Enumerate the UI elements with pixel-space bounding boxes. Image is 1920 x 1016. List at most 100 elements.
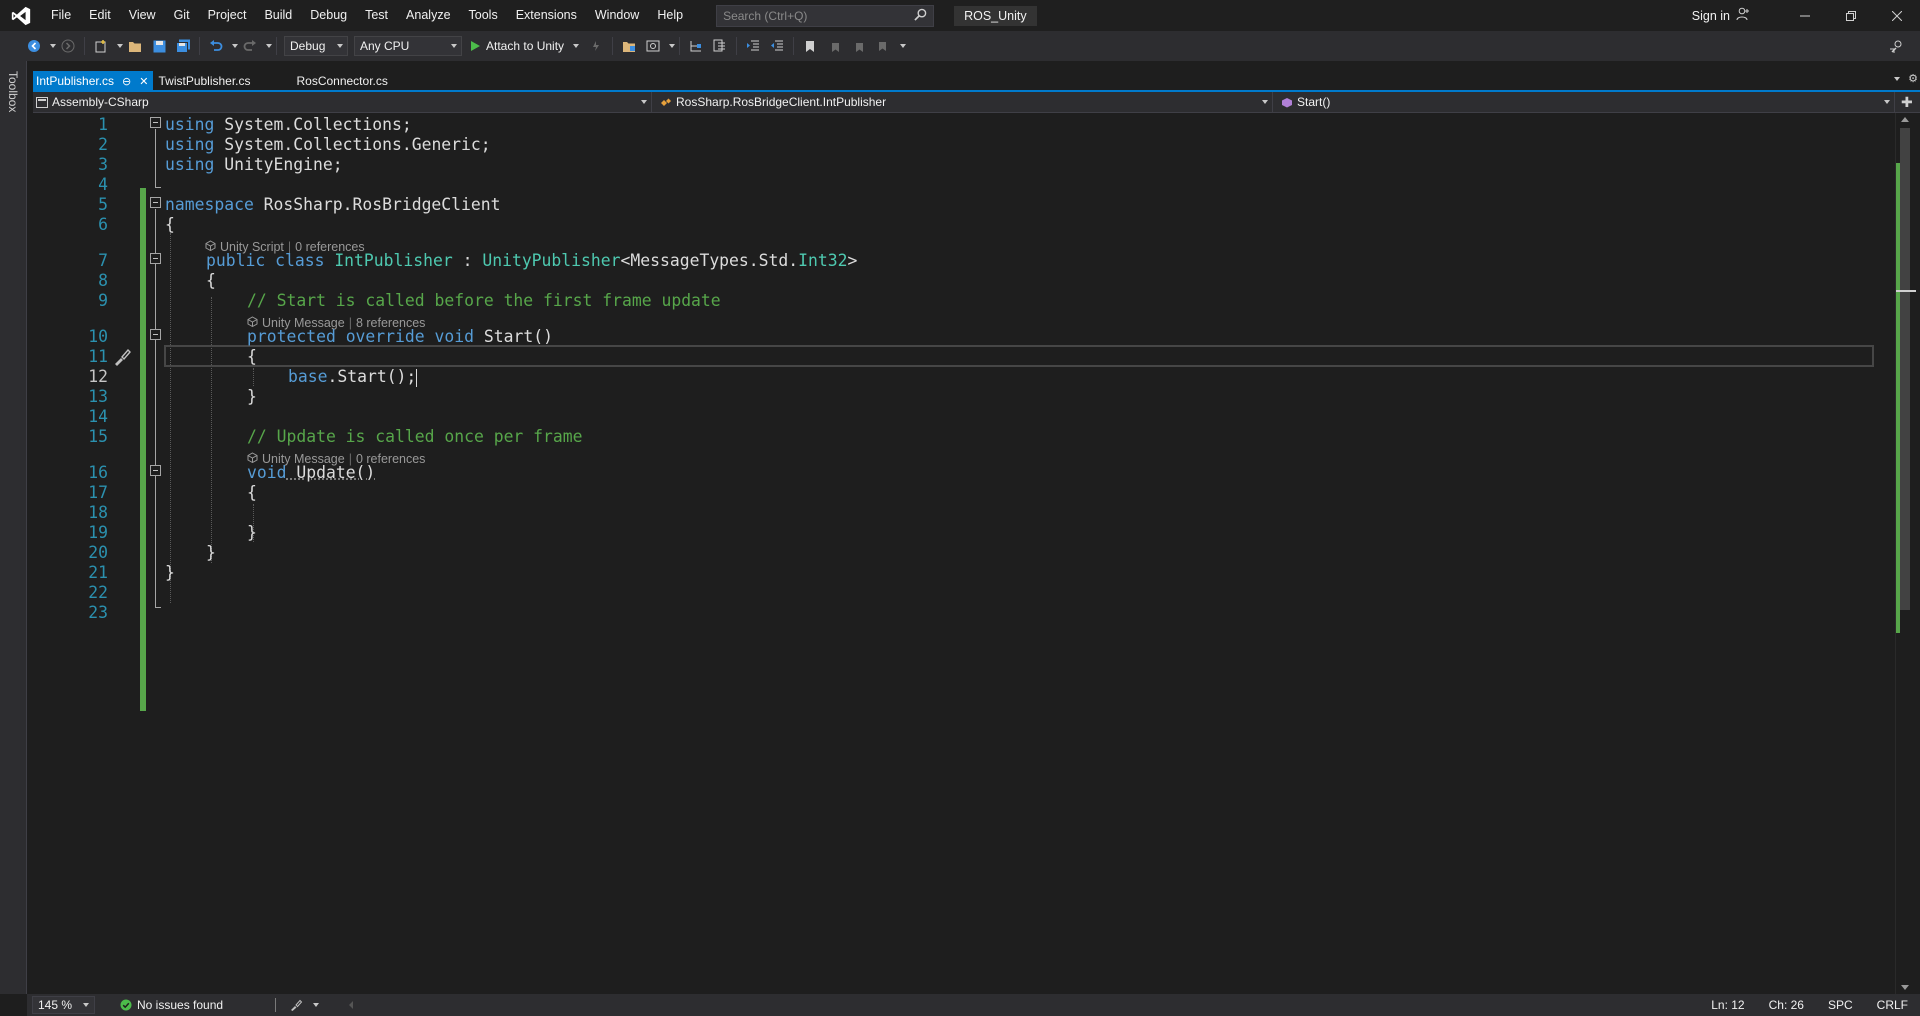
title-bar: File Edit View Git Project Build Debug T… [0,0,1920,31]
code-line-17: { [247,483,257,502]
tab-list-dropdown-icon[interactable] [1894,77,1901,81]
menu-view[interactable]: View [120,0,165,31]
configuration-dropdown[interactable]: Debug [284,36,348,56]
save-all-icon[interactable] [172,35,194,57]
fold-line-end [155,187,161,188]
hot-reload-icon[interactable] [585,35,607,57]
code-cleanup-button[interactable] [290,999,320,1011]
split-editor-icon[interactable]: ✚ [1901,94,1913,111]
toolbar-separator [612,37,614,55]
undo-dropdown-icon[interactable] [232,44,238,48]
menu-analyze[interactable]: Analyze [397,0,459,31]
search-icon[interactable] [914,8,927,24]
fold-line [155,209,156,607]
redo-dropdown-icon[interactable] [266,44,272,48]
menu-git[interactable]: Git [165,0,199,31]
menu-test[interactable]: Test [356,0,397,31]
code-line-1: using System.Collections; [165,114,412,136]
sign-in-label: Sign in [1691,8,1730,23]
collapse-start-method-icon[interactable] [150,329,161,340]
tab-rosconnector[interactable]: RosConnector.cs [293,71,443,91]
pin-icon[interactable]: ⊖ [122,75,131,88]
tab-twistpublisher[interactable]: TwistPublisher.cs [155,71,293,91]
outdent-icon[interactable] [742,35,764,57]
close-window-button[interactable] [1874,0,1920,31]
open-folder-icon[interactable] [124,35,146,57]
zoom-dropdown[interactable]: 145 % [32,996,95,1014]
line-indicator[interactable]: Ln: 12 [1699,998,1756,1012]
menu-edit[interactable]: Edit [80,0,120,31]
indent-icon[interactable] [766,35,788,57]
issues-text: No issues found [137,998,224,1012]
live-share-icon[interactable] [1885,35,1907,57]
tab-intpublisher[interactable]: IntPublisher.cs ⊖ ✕ [33,71,154,91]
navigate-back-icon[interactable] [23,35,45,57]
menu-file[interactable]: File [42,0,80,31]
keyword: void [434,327,474,346]
solution-name: ROS_Unity [954,5,1037,26]
attach-to-unity-button[interactable]: Attach to Unity [465,39,584,53]
current-line-highlight [164,345,1874,367]
whitespace-indicator[interactable]: SPC [1816,998,1865,1012]
menu-window[interactable]: Window [586,0,648,31]
next-bookmark-icon[interactable] [847,35,869,57]
navigate-forward-icon[interactable] [57,35,79,57]
show-hierarchy-icon[interactable] [685,35,707,57]
scroll-up-icon[interactable] [1901,117,1909,122]
line-number: 4 [98,175,108,194]
toolbox-tab[interactable]: Toolbox [6,71,20,112]
platform-dropdown[interactable]: Any CPU [354,36,462,56]
previous-bookmark-icon[interactable] [823,35,845,57]
close-tab-icon[interactable]: ✕ [139,75,148,88]
class-view-icon[interactable] [709,35,731,57]
menu-debug[interactable]: Debug [301,0,356,31]
code-editor[interactable]: 1 2 3 4 5 6 7 8 9 10 11 12 13 14 15 16 1… [33,113,1895,994]
issues-indicator[interactable]: No issues found [120,998,223,1012]
line-ending-indicator[interactable]: CRLF [1865,998,1920,1012]
toolbar-separator [793,37,795,55]
column-indicator[interactable]: Ch: 26 [1757,998,1816,1012]
menu-project[interactable]: Project [199,0,256,31]
vertical-scrollbar[interactable] [1895,113,1920,994]
restore-icon [1846,10,1856,21]
search-input[interactable] [723,8,904,23]
indent-guide [211,297,212,563]
menu-help[interactable]: Help [648,0,692,31]
title-right-area: Sign in [1680,0,1920,31]
back-dropdown-icon[interactable] [50,44,56,48]
keyword: namespace [165,195,254,214]
collapse-usings-icon[interactable] [150,117,161,128]
menu-extensions[interactable]: Extensions [507,0,586,31]
collapse-update-method-icon[interactable] [150,465,161,476]
redo-icon[interactable] [239,35,261,57]
keyword: using [165,135,215,154]
solution-explorer-icon[interactable] [618,35,640,57]
menu-tools[interactable]: Tools [460,0,507,31]
menu-build[interactable]: Build [255,0,301,31]
quick-actions-brush-icon[interactable] [111,346,133,368]
toolbar-overflow-icon[interactable] [900,44,907,48]
bookmark-icon[interactable] [799,35,821,57]
clear-bookmarks-icon[interactable] [871,35,893,57]
collapse-namespace-icon[interactable] [150,197,161,208]
chevron-down-icon [641,100,647,104]
keyword: class [275,251,325,270]
browser-dropdown-icon[interactable] [669,44,676,48]
scroll-left-icon[interactable] [349,1001,354,1009]
undo-icon[interactable] [205,35,227,57]
sign-in-button[interactable]: Sign in [1680,7,1762,24]
new-dropdown-icon[interactable] [117,44,123,48]
scrollbar-thumb[interactable] [1900,128,1910,610]
new-project-icon[interactable] [90,35,112,57]
save-icon[interactable] [148,35,170,57]
browser-link-icon[interactable] [642,35,664,57]
scroll-down-icon[interactable] [1901,985,1909,990]
type-dropdown[interactable]: RosSharp.RosBridgeClient.IntPublisher [652,91,1273,113]
member-dropdown[interactable]: Start() [1273,91,1895,113]
visual-studio-logo-icon[interactable] [0,0,42,31]
restore-button[interactable] [1828,0,1874,31]
minimize-button[interactable] [1782,0,1828,31]
project-dropdown[interactable]: Assembly-CSharp [33,91,652,113]
gear-icon[interactable]: ⚙ [1908,72,1918,85]
collapse-class-icon[interactable] [150,253,161,264]
